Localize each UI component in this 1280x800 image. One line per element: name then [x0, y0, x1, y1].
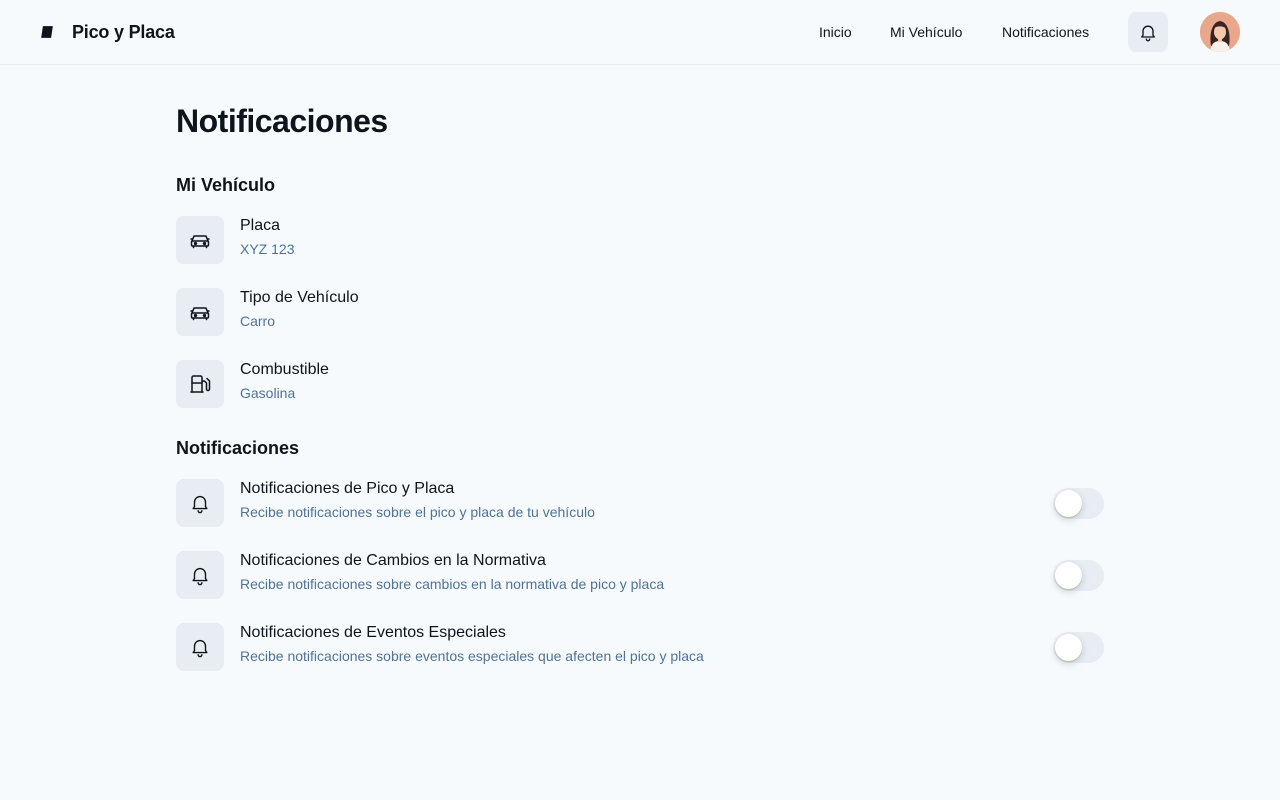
- placa-label: Placa: [240, 217, 281, 234]
- special-events-toggle[interactable]: [1053, 632, 1104, 663]
- user-avatar[interactable]: [1200, 12, 1240, 52]
- top-bar: Pico y Placa Inicio Mi Vehículo Notifica…: [0, 0, 1280, 65]
- car-icon: [176, 216, 224, 264]
- notification-setting-row: Notificaciones de Pico y Placa Recibe no…: [176, 479, 1104, 527]
- bell-icon: [176, 479, 224, 527]
- notification-setting-row: Notificaciones de Cambios en la Normativ…: [176, 551, 1104, 599]
- page-title: Notificaciones: [176, 103, 388, 139]
- vehicle-type-label: Tipo de Vehículo: [240, 289, 359, 306]
- avatar-image: [1200, 12, 1240, 52]
- bell-icon: [176, 551, 224, 599]
- vehicle-section-title: Mi Vehículo: [176, 175, 276, 195]
- toggle-knob: [1055, 634, 1082, 661]
- car-icon: [176, 288, 224, 336]
- notification-label: Notificaciones de Cambios en la Normativ…: [240, 552, 546, 569]
- nav-link-notificaciones[interactable]: Notificaciones: [1002, 24, 1089, 40]
- notification-description: Recibe notificaciones sobre el pico y pl…: [240, 504, 595, 520]
- notification-description: Recibe notificaciones sobre cambios en l…: [240, 576, 665, 592]
- toggle-knob: [1055, 490, 1082, 517]
- fuel-label: Combustible: [240, 361, 329, 378]
- regulation-changes-toggle[interactable]: [1053, 560, 1104, 591]
- nav-link-mi-vehiculo[interactable]: Mi Vehículo: [890, 24, 962, 40]
- notification-label: Notificaciones de Pico y Placa: [240, 480, 455, 497]
- notification-description: Recibe notificaciones sobre eventos espe…: [240, 648, 704, 664]
- brand[interactable]: Pico y Placa: [40, 0, 175, 64]
- notifications-button[interactable]: [1128, 12, 1168, 52]
- fuel-value: Gasolina: [240, 385, 296, 401]
- bell-icon: [176, 623, 224, 671]
- app-name: Pico y Placa: [72, 21, 175, 42]
- notification-label: Notificaciones de Eventos Especiales: [240, 624, 506, 641]
- pico-y-placa-toggle[interactable]: [1053, 488, 1104, 519]
- notifications-section-title: Notificaciones: [176, 438, 300, 458]
- placa-value: XYZ 123: [240, 241, 295, 257]
- vehicle-info-row: Placa XYZ 123: [176, 216, 1104, 264]
- toggle-knob: [1055, 562, 1082, 589]
- fuel-icon: [176, 360, 224, 408]
- vehicle-info-row: Combustible Gasolina: [176, 360, 1104, 408]
- notification-setting-row: Notificaciones de Eventos Especiales Rec…: [176, 623, 1104, 671]
- bell-icon: [1141, 25, 1155, 42]
- nav-link-inicio[interactable]: Inicio: [819, 24, 852, 40]
- logo-icon: [41, 26, 53, 38]
- vehicle-info-row: Tipo de Vehículo Carro: [176, 288, 1104, 336]
- vehicle-type-value: Carro: [240, 313, 276, 329]
